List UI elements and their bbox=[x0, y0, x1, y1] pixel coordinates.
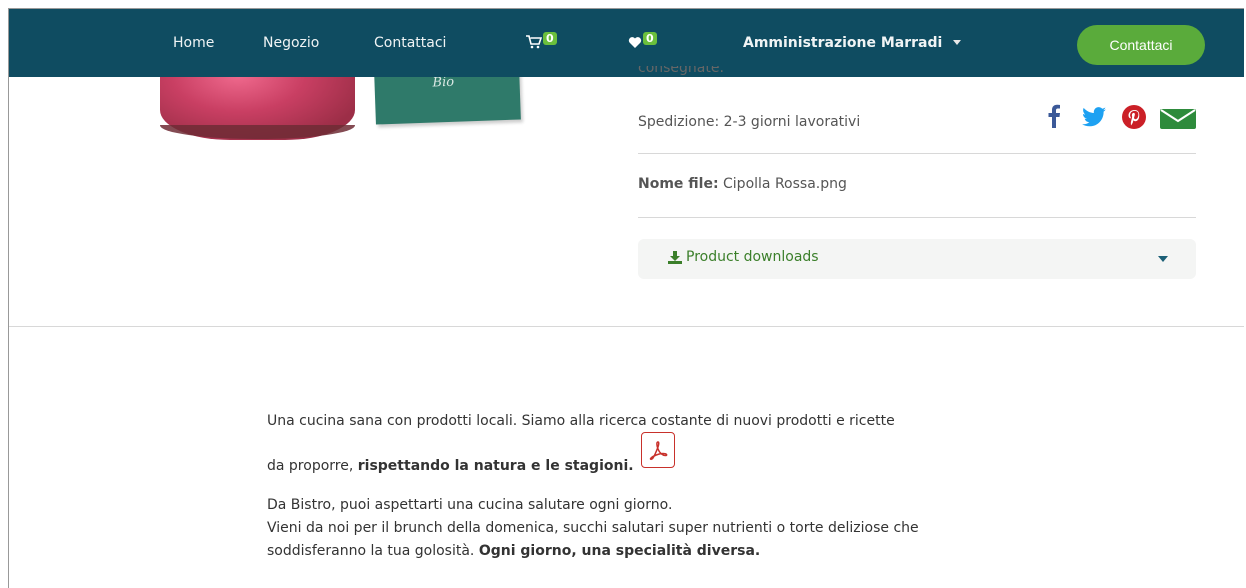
file-name-label: Nome file: bbox=[638, 176, 719, 192]
downloads-label-wrap: Product downloads bbox=[668, 249, 819, 265]
description-line: Una cucina sana con prodotti locali. Sia… bbox=[267, 413, 895, 429]
shipping-info: Spedizione: 2-3 giorni lavorativi bbox=[638, 114, 861, 130]
product-tag: Bio bbox=[374, 77, 521, 125]
top-navbar: Home Negozio Contattaci 0 0 Amministrazi… bbox=[9, 9, 1244, 77]
description-line: da proporre, rispettando la natura e le … bbox=[267, 458, 634, 474]
pdf-icon bbox=[649, 441, 668, 461]
description-line: Da Bistro, puoi aspettarti una cucina sa… bbox=[267, 497, 673, 513]
partial-text: consegnate. bbox=[638, 66, 724, 76]
cart-icon bbox=[526, 35, 543, 49]
description-bold: Ogni giorno, una specialità diversa. bbox=[478, 543, 761, 559]
tag-text: Bio bbox=[432, 77, 455, 91]
section-divider bbox=[9, 326, 1244, 327]
nav-cart[interactable]: 0 bbox=[526, 32, 557, 51]
pdf-download-link[interactable] bbox=[641, 432, 675, 468]
contact-cta-button[interactable]: Contattaci bbox=[1077, 25, 1205, 65]
description-line: soddisferanno la tua golosità. Ogni gior… bbox=[267, 543, 760, 559]
download-icon bbox=[668, 250, 682, 264]
description-text: da proporre, bbox=[267, 458, 358, 474]
product-downloads-toggle[interactable]: Product downloads bbox=[638, 239, 1196, 279]
email-share[interactable] bbox=[1160, 109, 1196, 133]
twitter-icon bbox=[1082, 107, 1106, 127]
admin-dropdown[interactable]: Amministrazione Marradi bbox=[743, 35, 962, 51]
envelope-icon bbox=[1160, 109, 1196, 129]
twitter-share[interactable] bbox=[1082, 107, 1106, 131]
description-text: soddisferanno la tua golosità. bbox=[267, 543, 479, 559]
nav-shop[interactable]: Negozio bbox=[263, 35, 319, 51]
divider bbox=[638, 153, 1196, 154]
facebook-share[interactable] bbox=[1048, 104, 1060, 132]
pinterest-icon bbox=[1122, 105, 1146, 129]
description-line: Vieni da noi per il brunch della domenic… bbox=[267, 520, 919, 536]
jar-base-shape bbox=[160, 125, 355, 139]
file-name-row: Nome file: Cipolla Rossa.png bbox=[638, 176, 847, 192]
nav-contact[interactable]: Contattaci bbox=[374, 35, 446, 51]
file-name-value: Cipolla Rossa.png bbox=[718, 176, 847, 192]
description-bold: rispettando la natura e le stagioni. bbox=[357, 458, 634, 474]
chevron-down-icon bbox=[953, 40, 962, 45]
product-image: Bio bbox=[150, 77, 530, 147]
downloads-label: Product downloads bbox=[686, 249, 819, 265]
cart-count-badge: 0 bbox=[543, 32, 557, 45]
pinterest-share[interactable] bbox=[1122, 105, 1146, 133]
caret-down-icon bbox=[1158, 256, 1168, 262]
wishlist-count-badge: 0 bbox=[643, 32, 657, 45]
divider bbox=[638, 217, 1196, 218]
facebook-icon bbox=[1048, 104, 1060, 128]
admin-label: Amministrazione Marradi bbox=[743, 35, 943, 51]
heart-icon bbox=[628, 37, 642, 48]
nav-home[interactable]: Home bbox=[173, 35, 214, 51]
nav-wishlist[interactable]: 0 bbox=[628, 32, 657, 51]
